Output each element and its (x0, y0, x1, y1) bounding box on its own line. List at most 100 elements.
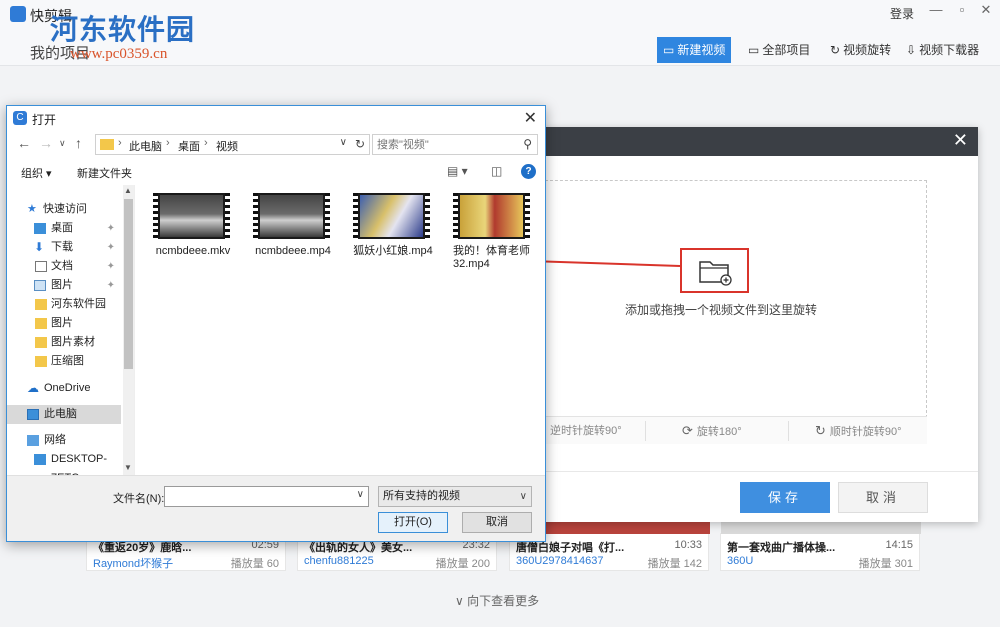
up-arrow-icon[interactable]: ↑ (75, 135, 82, 151)
nav-onedrive[interactable]: ☁ OneDrive (7, 379, 121, 398)
cancel-button[interactable]: 取消 (838, 482, 928, 513)
folder-icon: ▭ (748, 43, 760, 57)
nav-pictures[interactable]: 图片 ✦ (7, 276, 121, 295)
pin-icon[interactable]: ✦ (107, 238, 115, 257)
rotate-ccw-label: 逆时针旋转90° (550, 425, 622, 437)
nav-folder[interactable]: 河东软件园 (7, 295, 121, 314)
recent-chevron-icon[interactable]: ∨ (59, 138, 66, 149)
watermark-url: www.pc0359.cn (70, 46, 168, 62)
rotate-cw-button[interactable]: ↻ 顺时针旋转90° (815, 417, 902, 445)
picture-icon (34, 280, 46, 291)
navigation-pane: ★ 快速访问 桌面 ✦ ⬇ 下载 ✦ 文档 ✦ 图片 ✦ 河东软件园 图片 图片… (7, 185, 135, 475)
card-author[interactable]: 360U (727, 555, 753, 567)
chevron-down-icon[interactable]: ∨ (340, 137, 347, 148)
view-mode-icon[interactable]: ▤ ▾ (447, 164, 468, 178)
nav-downloader-label: 视频下载器 (919, 43, 980, 57)
search-box[interactable]: ⚲ (372, 134, 538, 155)
breadcrumb-item[interactable]: 此电脑 (129, 138, 162, 154)
card-author[interactable]: Raymond坏猴子 (93, 555, 173, 571)
video-thumbnail (353, 193, 430, 239)
close-icon[interactable]: ✕ (953, 130, 968, 151)
pin-icon[interactable]: ✦ (107, 257, 115, 276)
new-folder-button[interactable]: 新建文件夹 (77, 165, 132, 181)
rotate-cw-label: 顺时针旋转90° (829, 426, 902, 438)
video-card[interactable]: 第一套戏曲广播体操... 14:15 360U 播放量 301 (720, 520, 921, 571)
pin-icon[interactable]: ✦ (107, 219, 115, 238)
address-row: ← → ∨ ↑ › 此电脑 › 桌面 › 视频 ∨ ↻ ⚲ (7, 133, 545, 157)
scroll-thumb[interactable] (124, 199, 133, 369)
close-icon[interactable]: ✕ (524, 108, 537, 128)
help-icon[interactable]: ? (521, 164, 536, 179)
nav-folder[interactable]: 图片 (7, 314, 121, 333)
filetype-select[interactable]: 所有支持的视频 ∨ (378, 486, 532, 507)
load-more-link[interactable]: ∨ 向下查看更多 (455, 592, 539, 609)
nav-item-label: OneDrive (44, 382, 91, 394)
computer-icon (34, 454, 46, 465)
organize-button[interactable]: 组织 ▾ (21, 165, 52, 181)
card-author[interactable]: 360U2978414637 (516, 555, 603, 567)
nav-downloads[interactable]: ⬇ 下载 ✦ (7, 238, 121, 257)
nav-item-label: 压缩图 (51, 355, 84, 367)
drop-hint: 添加或拖拽一个视频文件到这里旋转 (625, 303, 818, 317)
search-icon: ⚲ (523, 137, 532, 151)
close-icon[interactable]: ✕ (978, 2, 994, 18)
preview-pane-icon[interactable]: ◫ (491, 164, 502, 178)
filename-input[interactable] (165, 487, 350, 506)
minimize-icon[interactable]: — (928, 2, 944, 17)
nav-item-label: 桌面 (51, 222, 73, 234)
folder-add-icon (699, 261, 732, 286)
chevron-right-icon: › (166, 137, 170, 149)
nav-new-video[interactable]: ▭ 新建视频 (657, 37, 732, 63)
chevron-down-icon[interactable]: ∨ (357, 489, 364, 500)
breadcrumb-item[interactable]: 视频 (216, 138, 238, 154)
refresh-icon[interactable]: ↻ (355, 137, 365, 151)
cloud-icon: ☁ (27, 381, 39, 395)
nav-quick-access[interactable]: ★ 快速访问 (7, 200, 121, 219)
nav-network[interactable]: 网络 (7, 431, 121, 450)
search-input[interactable] (377, 137, 517, 152)
dialog-toolbar: 组织 ▾ 新建文件夹 ▤ ▾ ◫ ? (7, 161, 545, 183)
maximize-icon[interactable]: ▫ (954, 2, 970, 17)
scroll-up-icon[interactable]: ▲ (124, 186, 132, 195)
nav-item-label: 快速访问 (43, 203, 87, 215)
cancel-button[interactable]: 取消 (462, 512, 532, 533)
card-author[interactable]: chenfu881225 (304, 555, 374, 567)
rotate-180-button[interactable]: ⟳ 旋转180° (682, 417, 742, 445)
nav-scrollbar[interactable]: ▲ ▼ (123, 185, 134, 475)
nav-all-projects-label: 全部项目 (762, 43, 811, 57)
nav-item-label: 网络 (44, 434, 66, 446)
nav-all-projects[interactable]: ▭ 全部项目 (742, 37, 816, 63)
pin-icon[interactable]: ✦ (107, 276, 115, 295)
card-plays: 播放量 142 (647, 558, 702, 570)
nav-item-label: 此电脑 (44, 408, 77, 420)
scroll-down-icon[interactable]: ▼ (124, 463, 132, 472)
nav-downloader[interactable]: ⇩ 视频下载器 (900, 37, 985, 63)
chevron-down-icon: ∨ (519, 491, 527, 502)
chevron-right-icon: › (118, 137, 122, 149)
nav-documents[interactable]: 文档 ✦ (7, 257, 121, 276)
breadcrumb-item[interactable]: 桌面 (178, 138, 200, 154)
login-link[interactable]: 登录 (890, 5, 914, 22)
nav-item-label: 文档 (51, 260, 73, 272)
nav-this-pc[interactable]: 此电脑 (7, 405, 121, 424)
open-button[interactable]: 打开(O) (378, 512, 448, 533)
nav-item-label: 图片 (51, 317, 73, 329)
add-folder-button[interactable] (680, 248, 749, 293)
nav-desktop[interactable]: 桌面 ✦ (7, 219, 121, 238)
forward-arrow-icon[interactable]: → (39, 135, 53, 151)
card-plays: 播放量 60 (230, 558, 279, 570)
filename-field[interactable]: ∨ (164, 486, 369, 507)
rotate-ccw-button[interactable]: 逆时针旋转90° (550, 417, 622, 445)
address-bar[interactable]: › 此电脑 › 桌面 › 视频 ∨ ↻ (95, 134, 370, 155)
nav-network-pc[interactable]: DESKTOP-7ETC (7, 450, 121, 475)
back-arrow-icon[interactable]: ← (17, 135, 31, 151)
file-list: ncmbdeee.mkv ncmbdeee.mp4 狐妖小红娘.mp4 我的！体… (137, 185, 545, 475)
save-button[interactable]: 保存 (740, 482, 830, 513)
nav-folder[interactable]: 压缩图 (7, 352, 121, 371)
app-icon: C (13, 111, 27, 125)
video-thumbnail (453, 193, 530, 239)
nav-rotate[interactable]: ↻ 视频旋转 (824, 37, 897, 63)
nav-folder[interactable]: 图片素材 (7, 333, 121, 352)
desktop-icon (34, 223, 46, 234)
filename-label: 文件名(N): (113, 493, 165, 505)
